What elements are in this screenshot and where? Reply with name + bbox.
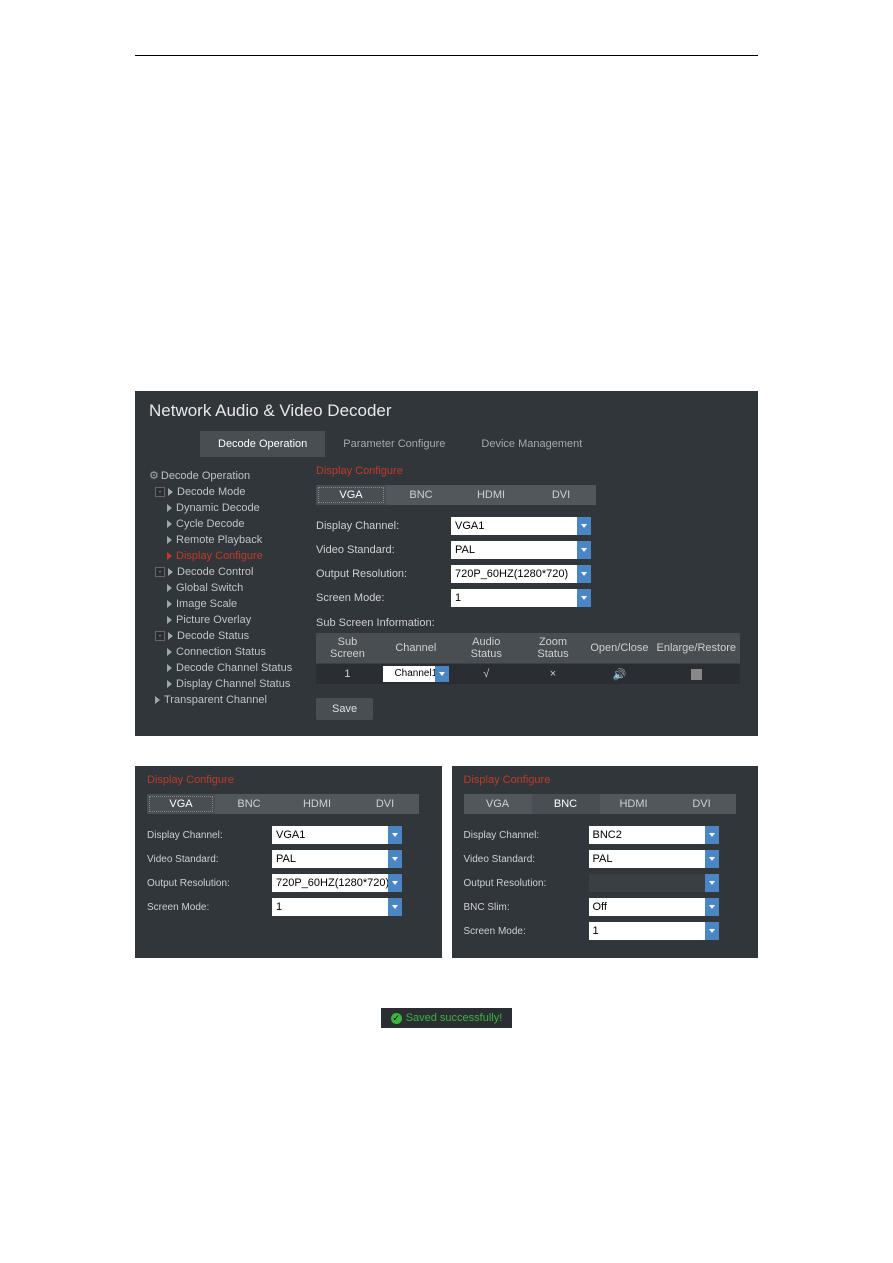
select-output-resolution[interactable] [589,874,719,892]
th-enlarge-restore: Enlarge/Restore [652,633,740,664]
pill-dvi[interactable]: DVI [526,485,596,505]
th-zoom-status: Zoom Status [520,633,587,664]
pill-bnc[interactable]: BNC [215,794,283,814]
tree-display-configure[interactable]: Display Configure [143,548,298,564]
table-row: 1 Channel1 √ × 🔊 [316,664,740,685]
th-open-close: Open/Close [586,633,652,664]
label-video-standard: Video Standard: [316,544,451,556]
pill-bnc[interactable]: BNC [386,485,456,505]
app-title: Network Audio & Video Decoder [135,391,758,431]
tab-decode-operation[interactable]: Decode Operation [200,431,325,457]
content-panel: Display Configure VGA BNC HDMI DVI Displ… [298,457,758,736]
save-button[interactable]: Save [316,698,373,720]
chevron-down-icon [577,541,591,559]
select-output-resolution[interactable]: 720P_60HZ(1280*720) [272,874,402,892]
select-row-channel[interactable]: Channel1 [383,666,449,682]
output-type-pills: VGA BNC HDMI DVI [316,485,740,505]
chevron-down-icon [577,565,591,583]
chevron-down-icon [388,850,402,868]
chevron-down-icon [388,826,402,844]
pill-bnc[interactable]: BNC [532,794,600,814]
chevron-down-icon [705,850,719,868]
chevron-down-icon [705,922,719,940]
pill-hdmi[interactable]: HDMI [283,794,351,814]
tree-transparent-channel[interactable]: Transparent Channel [143,692,298,708]
select-video-standard[interactable]: PAL [272,850,402,868]
pill-vga[interactable]: VGA [316,485,386,505]
select-output-resolution[interactable]: 720P_60HZ(1280*720) [451,565,591,583]
tree-decode-channel-status[interactable]: Decode Channel Status [143,660,298,676]
tree-global-switch[interactable]: Global Switch [143,580,298,596]
tree-dynamic-decode[interactable]: Dynamic Decode [143,500,298,516]
enlarge-icon[interactable] [691,669,702,680]
label-display-channel: Display Channel: [316,520,451,532]
chevron-down-icon [705,898,719,916]
label-output-resolution: Output Resolution: [316,568,451,580]
select-screen-mode[interactable]: 1 [272,898,402,916]
select-screen-mode[interactable]: 1 [589,922,719,940]
bnc-config-panel: Display Configure VGA BNC HDMI DVI Displ… [452,766,759,958]
select-display-channel[interactable]: BNC2 [589,826,719,844]
section-title: Display Configure [316,465,740,477]
chevron-down-icon [435,666,449,682]
tree-remote-playback[interactable]: Remote Playback [143,532,298,548]
check-icon: ✓ [391,1013,402,1024]
pill-vga[interactable]: VGA [464,794,532,814]
th-channel: Channel [379,633,453,664]
th-sub-screen: Sub Screen [316,633,379,664]
pill-vga[interactable]: VGA [147,794,215,814]
tree-decode-status[interactable]: -Decode Status [143,628,298,644]
select-screen-mode[interactable]: 1 [451,589,591,607]
chevron-down-icon [705,826,719,844]
section-title: Display Configure [464,774,747,786]
chevron-down-icon [705,874,719,892]
sub-screen-table: Sub Screen Channel Audio Status Zoom Sta… [316,633,740,684]
saved-toast: ✓Saved successfully! [381,1008,513,1028]
select-bnc-slim[interactable]: Off [589,898,719,916]
select-video-standard[interactable]: PAL [589,850,719,868]
pill-hdmi[interactable]: HDMI [456,485,526,505]
tree-display-channel-status[interactable]: Display Channel Status [143,676,298,692]
pill-dvi[interactable]: DVI [351,794,419,814]
tree-picture-overlay[interactable]: Picture Overlay [143,612,298,628]
tree-cycle-decode[interactable]: Cycle Decode [143,516,298,532]
tab-device-management[interactable]: Device Management [463,431,600,457]
tree-connection-status[interactable]: Connection Status [143,644,298,660]
vga-config-panel: Display Configure VGA BNC HDMI DVI Displ… [135,766,442,958]
chevron-down-icon [388,874,402,892]
tab-parameter-configure[interactable]: Parameter Configure [325,431,463,457]
pill-hdmi[interactable]: HDMI [600,794,668,814]
th-audio-status: Audio Status [453,633,520,664]
chevron-down-icon [388,898,402,916]
sidebar: ⚙Decode Operation -Decode Mode Dynamic D… [135,457,298,736]
label-screen-mode: Screen Mode: [316,592,451,604]
tree-decode-mode[interactable]: -Decode Mode [143,484,298,500]
pill-dvi[interactable]: DVI [668,794,736,814]
select-video-standard[interactable]: PAL [451,541,591,559]
chevron-down-icon [577,589,591,607]
speaker-icon[interactable]: 🔊 [613,669,627,681]
main-screenshot: Network Audio & Video Decoder Decode Ope… [135,391,758,736]
main-tabs: Decode Operation Parameter Configure Dev… [135,431,758,457]
section-title: Display Configure [147,774,430,786]
chevron-down-icon [577,517,591,535]
tree-root[interactable]: ⚙Decode Operation [143,467,298,484]
sub-screen-header: Sub Screen Information: [316,617,740,629]
tree-decode-control[interactable]: -Decode Control [143,564,298,580]
select-display-channel[interactable]: VGA1 [451,517,591,535]
tree-image-scale[interactable]: Image Scale [143,596,298,612]
select-display-channel[interactable]: VGA1 [272,826,402,844]
